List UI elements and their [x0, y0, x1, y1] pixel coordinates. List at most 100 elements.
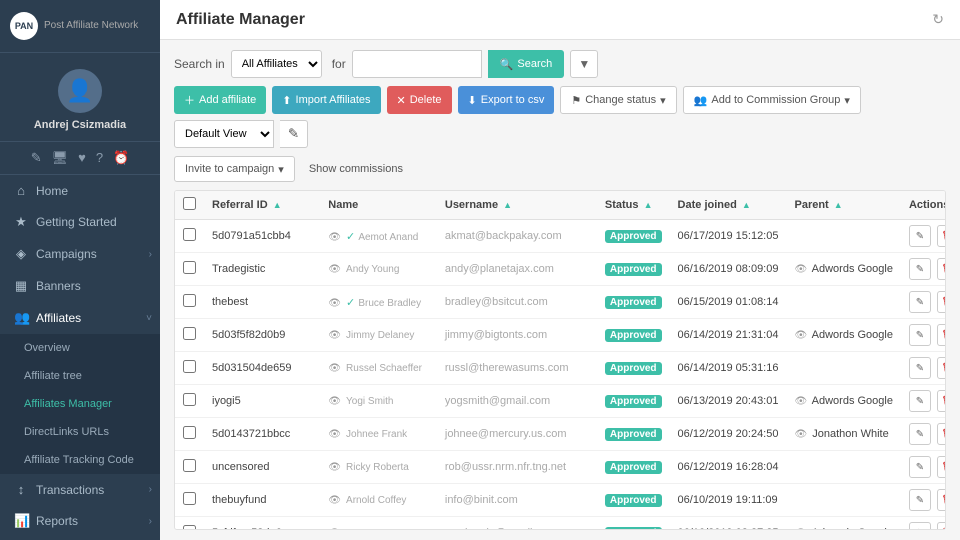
col-header-parent[interactable]: Parent ▲	[786, 191, 900, 220]
row-username: akmat@backpakay.com	[437, 220, 597, 253]
row-parent: 👁 Adwords Google	[786, 517, 900, 531]
affiliates-icon: 👥	[14, 310, 28, 326]
row-checkbox[interactable]	[175, 220, 204, 253]
edit-row-button[interactable]: ✎	[909, 390, 931, 412]
col-header-name[interactable]: Name	[320, 191, 437, 220]
col-header-username[interactable]: Username ▲	[437, 191, 597, 220]
help-icon[interactable]: ?	[96, 150, 103, 166]
row-referral-id: thebest	[204, 286, 320, 319]
select-all-checkbox[interactable]	[183, 197, 196, 210]
view-edit-button[interactable]: ✎	[280, 120, 308, 148]
sidebar-item-getting-started[interactable]: ★ Getting Started	[0, 206, 160, 238]
sidebar-item-transactions[interactable]: ↕ Transactions ›	[0, 474, 160, 505]
eye-icon[interactable]: 👁	[328, 495, 341, 506]
show-commissions-button[interactable]: Show commissions	[303, 163, 409, 175]
delete-row-button[interactable]: 🗑	[937, 522, 946, 530]
refresh-icon[interactable]: ↻	[932, 11, 944, 28]
row-date-joined: 06/14/2019 21:31:04	[670, 319, 787, 352]
add-affiliate-button[interactable]: ＋ Add affiliate	[174, 86, 266, 114]
sidebar-item-home[interactable]: ⌂ Home	[0, 175, 160, 206]
edit-icon: ✎	[288, 126, 299, 142]
sidebar-item-affiliates[interactable]: 👥 Affiliates ˅	[0, 302, 160, 334]
eye-icon[interactable]: 👁	[328, 298, 341, 309]
add-commission-button[interactable]: 👥 Add to Commission Group ▾	[683, 86, 861, 114]
row-date-joined: 06/12/2019 16:28:04	[670, 451, 787, 484]
eye-icon: 👁	[794, 264, 807, 275]
delete-row-button[interactable]: 🗑	[937, 291, 946, 313]
edit-tool-icon[interactable]: ✎	[31, 150, 42, 166]
delete-row-button[interactable]: 🗑	[937, 357, 946, 379]
edit-row-button[interactable]: ✎	[909, 291, 931, 313]
edit-row-button[interactable]: ✎	[909, 423, 931, 445]
export-csv-button[interactable]: ⬇ Export to csv	[458, 86, 555, 114]
col-header-referral-id[interactable]: Referral ID ▲	[204, 191, 320, 220]
eye-icon[interactable]: 👁	[328, 396, 341, 407]
edit-row-button[interactable]: ✎	[909, 456, 931, 478]
delete-row-button[interactable]: 🗑	[937, 225, 946, 247]
edit-row-button[interactable]: ✎	[909, 489, 931, 511]
status-badge: Approved	[605, 296, 662, 309]
status-badge: Approved	[605, 494, 662, 507]
filter-button[interactable]: ▼	[570, 50, 598, 78]
delete-row-button[interactable]: 🗑	[937, 456, 946, 478]
invite-campaign-button[interactable]: Invite to campaign ▾	[174, 156, 295, 182]
col-header-status[interactable]: Status ▲	[597, 191, 670, 220]
import-affiliates-button[interactable]: ⬆ Import Affiliates	[272, 86, 380, 114]
row-date-joined: 06/10/2019 08:37:25	[670, 517, 787, 531]
sidebar-item-tracking-code[interactable]: Affiliate Tracking Code	[0, 446, 160, 474]
row-checkbox[interactable]	[175, 286, 204, 319]
row-checkbox[interactable]	[175, 484, 204, 517]
row-checkbox[interactable]	[175, 517, 204, 531]
monitor-icon[interactable]: 🖥	[52, 150, 69, 166]
affiliates-submenu: Overview Affiliate tree Affiliates Manag…	[0, 334, 160, 474]
eye-icon[interactable]: 👁	[328, 528, 341, 530]
eye-icon[interactable]: 👁	[328, 429, 341, 440]
delete-row-button[interactable]: 🗑	[937, 258, 946, 280]
eye-icon[interactable]: 👁	[328, 363, 341, 374]
sidebar-item-directlinks[interactable]: DirectLinks URLs	[0, 418, 160, 446]
search-input[interactable]	[352, 50, 482, 78]
sidebar-item-campaigns[interactable]: ◈ Campaigns ›	[0, 238, 160, 270]
eye-icon[interactable]: 👁	[328, 330, 341, 341]
delete-row-button[interactable]: 🗑	[937, 489, 946, 511]
row-checkbox[interactable]	[175, 418, 204, 451]
edit-row-button[interactable]: ✎	[909, 225, 931, 247]
edit-row-button[interactable]: ✎	[909, 324, 931, 346]
eye-icon[interactable]: 👁	[328, 462, 341, 473]
chevron-down-icon: ▾	[278, 163, 284, 176]
row-checkbox[interactable]	[175, 319, 204, 352]
view-select[interactable]: Default View	[174, 120, 274, 148]
row-actions: ✎ 🗑	[901, 484, 946, 517]
row-actions: ✎ 🗑	[901, 418, 946, 451]
eye-icon[interactable]: 👁	[328, 232, 341, 243]
row-checkbox[interactable]	[175, 451, 204, 484]
col-header-date-joined[interactable]: Date joined ▲	[670, 191, 787, 220]
row-actions: ✎ 🗑	[901, 352, 946, 385]
row-checkbox[interactable]	[175, 352, 204, 385]
sidebar-item-reports[interactable]: 📊 Reports ›	[0, 505, 160, 537]
eye-icon[interactable]: 👁	[328, 264, 341, 275]
search-button[interactable]: 🔍 Search	[488, 50, 565, 78]
col-header-actions: Actions	[901, 191, 946, 220]
row-name: 👁 ✓ Aemot Anand	[320, 220, 437, 253]
row-referral-id: 5d031504de659	[204, 352, 320, 385]
edit-row-button[interactable]: ✎	[909, 258, 931, 280]
delete-row-button[interactable]: 🗑	[937, 390, 946, 412]
edit-row-button[interactable]: ✎	[909, 522, 931, 530]
clock-icon[interactable]: ⏰	[113, 150, 129, 166]
heart-icon[interactable]: ♥	[78, 150, 86, 166]
sidebar-item-affiliates-manager[interactable]: Affiliates Manager	[0, 390, 160, 418]
status-badge: Approved	[605, 230, 662, 243]
row-checkbox[interactable]	[175, 385, 204, 418]
change-status-button[interactable]: ⚑ Change status ▾	[560, 86, 676, 114]
delete-button[interactable]: ✕ Delete	[387, 86, 452, 114]
sidebar-item-affiliate-tree[interactable]: Affiliate tree	[0, 362, 160, 390]
delete-row-button[interactable]: 🗑	[937, 324, 946, 346]
delete-row-button[interactable]: 🗑	[937, 423, 946, 445]
edit-row-button[interactable]: ✎	[909, 357, 931, 379]
sidebar-item-overview[interactable]: Overview	[0, 334, 160, 362]
sidebar-item-banners[interactable]: ▦ Banners	[0, 270, 160, 302]
export-icon: ⬇	[468, 94, 477, 107]
row-checkbox[interactable]	[175, 253, 204, 286]
search-select[interactable]: All Affiliates	[231, 50, 322, 78]
